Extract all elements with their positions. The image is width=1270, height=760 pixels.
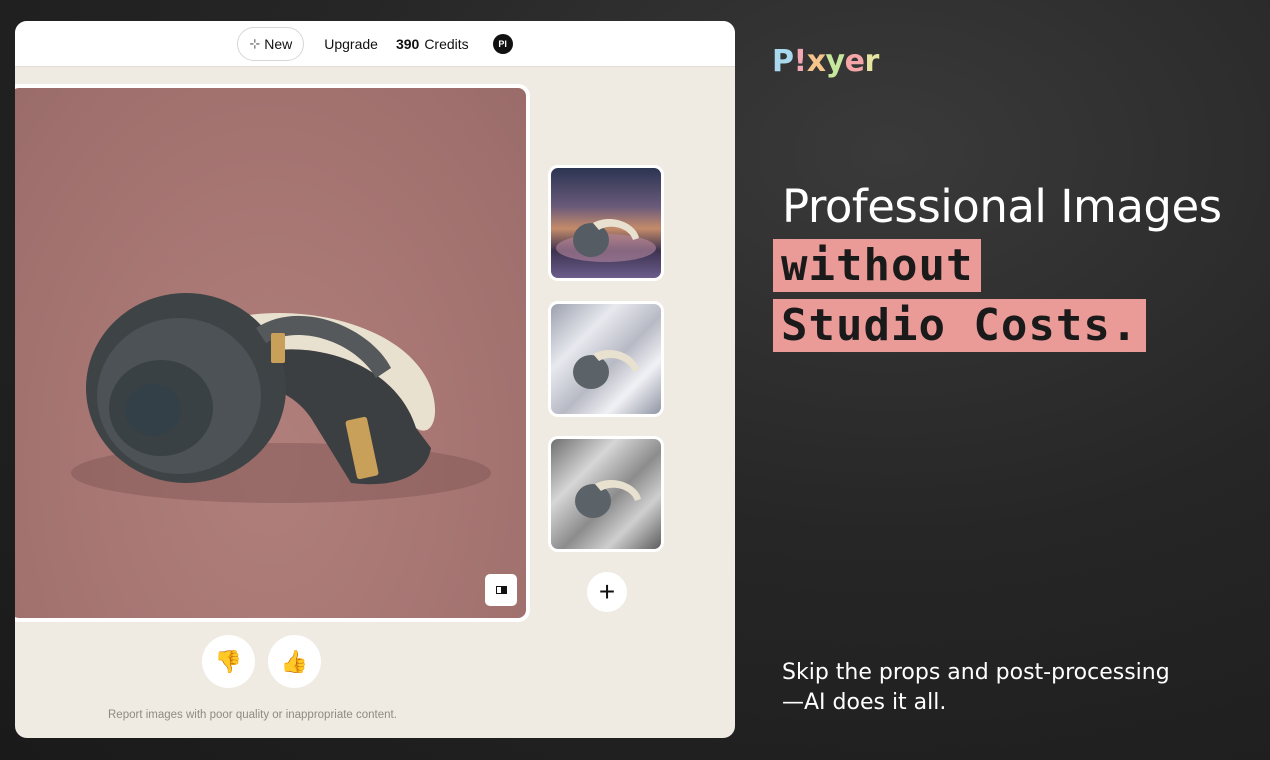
subtext: Skip the props and post-processing —AI d… [782, 658, 1170, 718]
upgrade-link[interactable]: Upgrade [324, 36, 378, 52]
credits-display: 390 Credits [396, 36, 469, 52]
highlight-line-1: without [773, 239, 982, 292]
report-text: Report images with poor quality or inapp… [108, 709, 397, 721]
top-bar: ⊹ New Upgrade 390 Credits PI [15, 21, 735, 67]
crosshair-plus-icon: ⊹ [249, 35, 261, 51]
subtext-line-1: Skip the props and post-processing [782, 660, 1170, 685]
thumbnail-2-image [573, 349, 639, 389]
highlight-line-2: Studio Costs. [773, 299, 1147, 352]
new-button-label: New [264, 35, 293, 52]
credits-label: Credits [424, 35, 469, 52]
avatar[interactable]: PI [492, 33, 513, 54]
thumbnail-3-image [575, 479, 641, 518]
thumbs-down-icon[interactable]: 👎 [202, 635, 255, 688]
subtext-line-2: —AI does it all. [782, 690, 947, 715]
thumbnail-3[interactable] [548, 436, 664, 552]
headline: Professional Images [782, 180, 1222, 233]
headphones-image [71, 293, 491, 503]
add-icon[interactable]: + [587, 572, 627, 612]
compare-icon [495, 586, 507, 594]
credits-count: 390 [395, 35, 420, 52]
thumbs-up-icon[interactable]: 👍 [268, 635, 321, 688]
thumbnail-1-image [556, 218, 656, 262]
compare-button[interactable] [485, 574, 517, 606]
thumbnail-1[interactable] [548, 165, 664, 281]
app-panel: ⊹ New Upgrade 390 Credits PI + 👎 👍 Repor… [15, 21, 735, 738]
new-button[interactable]: ⊹ New [237, 26, 305, 61]
thumbnail-2[interactable] [548, 301, 664, 417]
pixyer-logo: P!xyer [772, 44, 879, 79]
main-image-preview[interactable] [15, 84, 530, 622]
